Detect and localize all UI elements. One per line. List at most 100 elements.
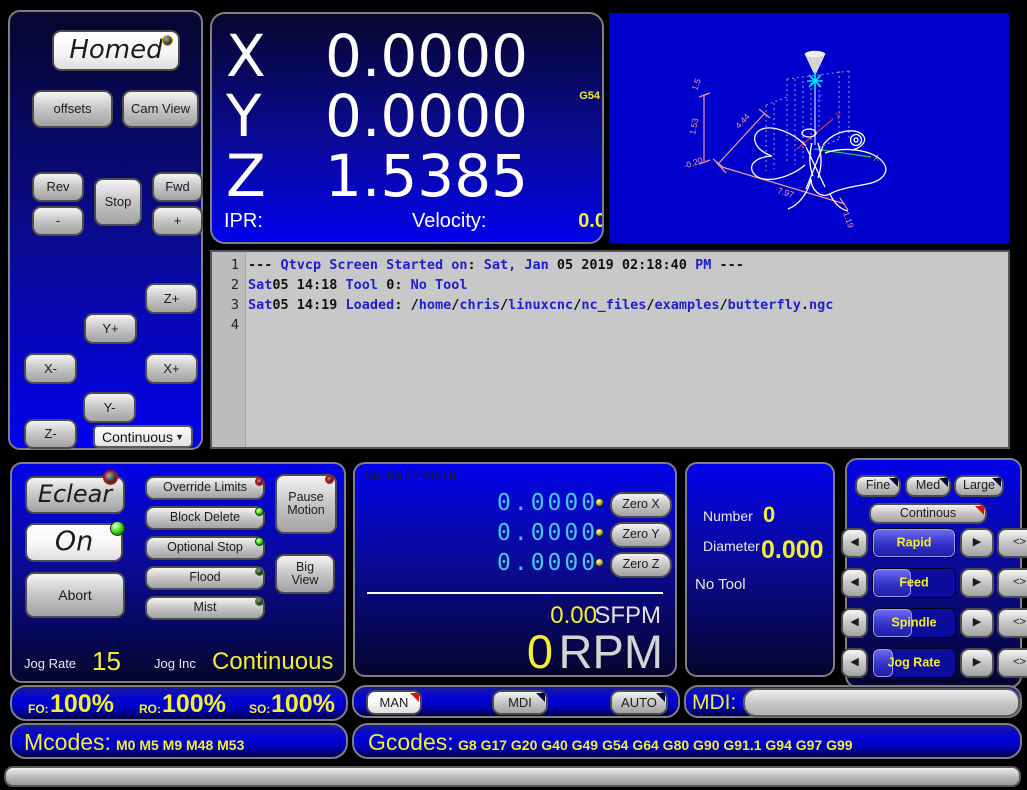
- log-console[interactable]: 1 --- Qtvcp Screen Started on: Sat, Jan …: [210, 250, 1010, 449]
- svg-text:4.44: 4.44: [733, 111, 752, 130]
- tool-number-value: 0: [763, 502, 775, 528]
- jog-continuous-button[interactable]: Continous: [869, 503, 987, 524]
- tool-diameter-value: 0.000: [761, 536, 824, 565]
- corner-marker-icon: [992, 478, 1001, 487]
- jog-z-minus-button[interactable]: Z-: [24, 419, 77, 449]
- homed-button[interactable]: Homed: [52, 30, 180, 71]
- feed-override-value: 100%: [50, 690, 114, 719]
- big-view-label: Big View: [285, 561, 325, 587]
- optional-stop-led-icon: [255, 537, 264, 546]
- spindle-rev-button[interactable]: Rev: [32, 172, 84, 202]
- pause-motion-label: Pause Motion: [282, 491, 330, 517]
- flood-toggle[interactable]: Flood: [145, 566, 265, 590]
- jog-y-minus-button[interactable]: Y-: [83, 392, 136, 423]
- spindle-slower-button[interactable]: -: [32, 206, 84, 236]
- jog-x-minus-button[interactable]: X-: [24, 353, 77, 384]
- spindle-override-label: SO:: [249, 702, 270, 716]
- mode-man-button[interactable]: MAN: [366, 690, 422, 715]
- feed-override-slider[interactable]: Feed: [872, 568, 956, 598]
- rapid-override-slider[interactable]: Rapid: [872, 528, 956, 558]
- jog-increment-select[interactable]: Continuous ▼: [93, 425, 193, 448]
- offsets-button[interactable]: offsets: [32, 90, 113, 128]
- butterfly-toolpath: [752, 128, 886, 211]
- mist-toggle[interactable]: Mist: [145, 596, 265, 620]
- spindle-fwd-button[interactable]: Fwd: [152, 172, 203, 202]
- corner-marker-icon: [889, 478, 898, 487]
- jograte-decrease-button[interactable]: ◀: [841, 648, 868, 678]
- zero-y-button[interactable]: Zero Y: [610, 522, 672, 548]
- rpm-value: 0: [527, 624, 553, 679]
- mcodes-list: M0 M5 M9 M48 M53: [116, 737, 244, 753]
- svg-text:-0.20: -0.20: [682, 155, 704, 171]
- log-line: 4: [212, 315, 1008, 335]
- abort-button[interactable]: Abort: [25, 572, 125, 618]
- dro-axis-value: 1.5385: [325, 142, 528, 210]
- spindle-spinner-button[interactable]: <>: [997, 608, 1027, 638]
- mode-mdi-button[interactable]: MDI: [492, 690, 548, 715]
- z-axis-label: Z: [817, 93, 823, 103]
- on-label: On: [55, 528, 93, 556]
- mcodes-panel: Mcodes: M0 M5 M9 M48 M53: [10, 723, 348, 759]
- jog-increment-value: Continuous: [102, 429, 173, 445]
- spindle-override-slider[interactable]: Spindle: [872, 608, 956, 638]
- jog-rate-label: Jog Rate: [24, 656, 76, 671]
- feed-decrease-button[interactable]: ◀: [841, 568, 868, 598]
- zero-z-button[interactable]: Zero Z: [610, 552, 672, 578]
- mode-auto-button[interactable]: AUTO: [610, 690, 668, 715]
- big-view-button[interactable]: Big View: [275, 554, 335, 594]
- eclear-label: Eclear: [38, 482, 112, 507]
- jog-fine-button[interactable]: Fine: [855, 475, 901, 497]
- override-limits-label: Override Limits: [163, 481, 247, 494]
- velocity-label: Velocity:: [412, 210, 486, 233]
- jog-z-plus-button[interactable]: Z+: [145, 283, 198, 314]
- jograte-increase-button[interactable]: ▶: [960, 648, 994, 678]
- spindle-decrease-button[interactable]: ◀: [841, 608, 868, 638]
- block-delete-led-icon: [255, 507, 264, 516]
- mdi-command-input[interactable]: [743, 688, 1020, 717]
- feed-increase-button[interactable]: ▶: [960, 568, 994, 598]
- rapid-increase-button[interactable]: ▶: [960, 528, 994, 558]
- corner-marker-icon: [975, 506, 984, 515]
- rapid-decrease-button[interactable]: ◀: [841, 528, 868, 558]
- gremlin-preview[interactable]: 1.5 1.53 -0.20 4.44 7.97 1.19 Y X Z: [606, 10, 1012, 246]
- spindle-faster-button[interactable]: +: [152, 206, 203, 236]
- jog-inc-value: Continuous: [212, 648, 333, 676]
- feed-override-label: FO:: [28, 702, 49, 716]
- dro-row-z: Z 1.5385: [212, 142, 602, 200]
- jograte-spinner-button[interactable]: <>: [997, 648, 1027, 678]
- jog-large-button[interactable]: Large: [954, 475, 1004, 497]
- machine-on-button[interactable]: On: [25, 523, 123, 562]
- gcodes-list: G8 G17 G20 G40 G49 G54 G64 G80 G90 G91.1…: [458, 737, 853, 753]
- cam-view-button[interactable]: Cam View: [122, 90, 199, 128]
- homed-led-icon: [162, 35, 173, 46]
- spindle-increase-button[interactable]: ▶: [960, 608, 994, 638]
- machine-control-panel: Eclear On Abort Override Limits Block De…: [10, 462, 346, 683]
- flood-label: Flood: [189, 571, 220, 584]
- override-limits-led-icon: [255, 477, 264, 486]
- jog-med-button[interactable]: Med: [905, 475, 951, 497]
- rpm-unit: RPM: [559, 624, 663, 679]
- line-number: 1: [212, 255, 248, 275]
- feed-spinner-button[interactable]: <>: [997, 568, 1027, 598]
- spindle-stop-button[interactable]: Stop: [94, 178, 142, 226]
- spindle-override-value: 100%: [271, 690, 335, 719]
- spindle-slider-label: Spindle: [873, 616, 955, 630]
- chevron-down-icon: ▼: [175, 432, 184, 442]
- dro-axis-value: 0.0000: [325, 22, 528, 90]
- override-limits-toggle[interactable]: Override Limits: [145, 476, 265, 500]
- block-delete-toggle[interactable]: Block Delete: [145, 506, 265, 530]
- jog-rate-slider[interactable]: Jog Rate: [872, 648, 956, 678]
- jog-y-plus-button[interactable]: Y+: [84, 313, 137, 344]
- optional-stop-toggle[interactable]: Optional Stop: [145, 536, 265, 560]
- mcodes-label: Mcodes:: [24, 729, 111, 756]
- tool-status-text: No Tool: [695, 576, 746, 593]
- rapid-spinner-button[interactable]: <>: [997, 528, 1027, 558]
- homed-label: Homed: [69, 37, 162, 64]
- overrides-panel: Fine Med Large Continous ◀ Rapid ▶ <> ◀ …: [845, 458, 1022, 688]
- dro-row-y: Y 0.0000: [212, 82, 602, 140]
- dro-axis-value: 0.0000: [325, 82, 528, 150]
- relative-dro-panel: Sat 05 14:20 16 0.0000 Zero X 0.0000 Zer…: [353, 462, 677, 677]
- jog-x-plus-button[interactable]: X+: [145, 353, 198, 384]
- zero-x-button[interactable]: Zero X: [610, 492, 672, 518]
- mist-led-icon: [255, 597, 264, 606]
